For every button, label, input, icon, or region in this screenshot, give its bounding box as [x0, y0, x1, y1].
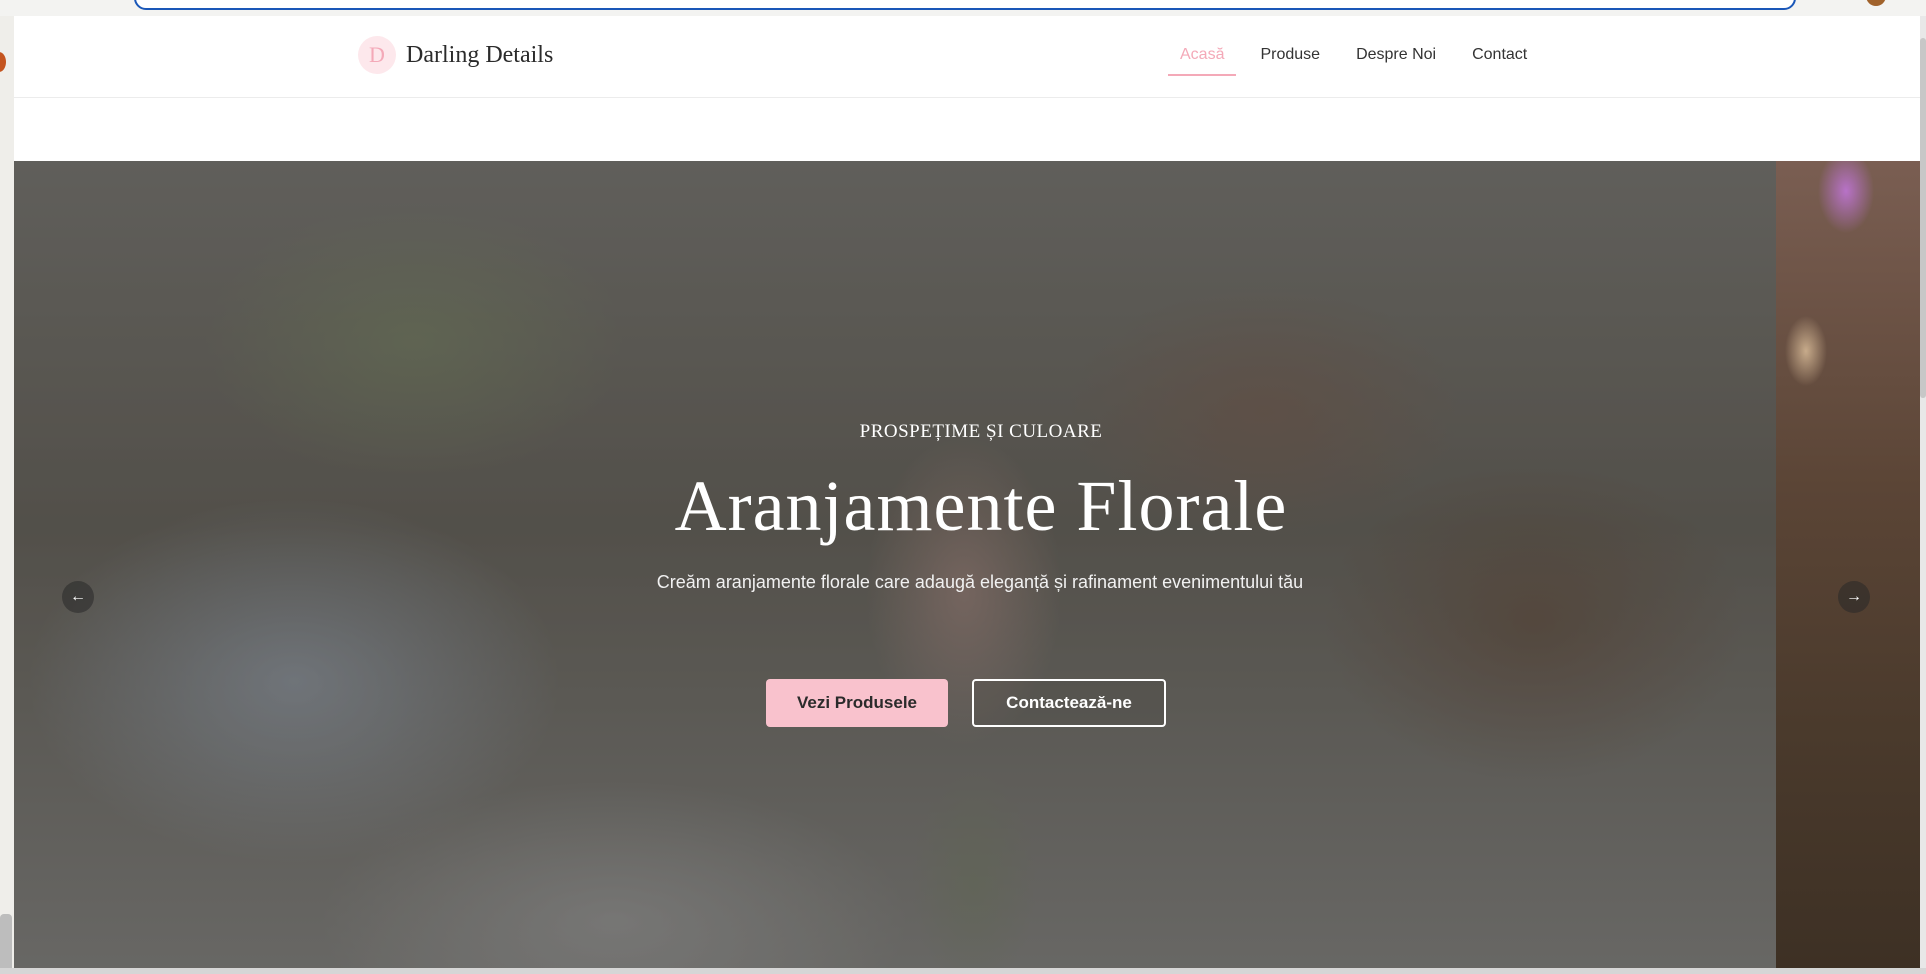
- nav-item-produse[interactable]: Produse: [1248, 46, 1332, 76]
- browser-toolbar: [0, 0, 1926, 16]
- view-products-button[interactable]: Vezi Produsele: [766, 679, 948, 727]
- contact-us-button[interactable]: Contactează-ne: [972, 679, 1166, 727]
- address-bar[interactable]: [134, 0, 1796, 10]
- main-nav: Acasă Produse Despre Noi Contact: [1168, 46, 1551, 76]
- extension-icon[interactable]: [0, 52, 6, 72]
- nav-item-contact[interactable]: Contact: [1460, 46, 1539, 76]
- carousel-prev-button[interactable]: ←: [62, 581, 94, 613]
- page-scrollbar-thumb[interactable]: [1920, 38, 1926, 398]
- hero-description: Creăm aranjamente florale care adaugă el…: [656, 572, 1304, 592]
- nav-item-despre-noi[interactable]: Despre Noi: [1344, 46, 1448, 76]
- site-logo[interactable]: D Darling Details: [358, 36, 553, 74]
- site-name: Darling Details: [406, 41, 554, 68]
- hero-title: Aranjamente Florale: [674, 466, 1288, 546]
- browser-side-panel: [0, 16, 14, 974]
- nav-item-acasa[interactable]: Acasă: [1168, 46, 1237, 76]
- bottom-scrollbar[interactable]: [0, 968, 1926, 974]
- profile-avatar[interactable]: [1866, 0, 1886, 6]
- hero-carousel: PROSPEȚIME ȘI CULOARE Aranjamente Floral…: [14, 161, 1920, 974]
- site-header: D Darling Details Acasă Produse Despre N…: [14, 16, 1920, 98]
- page-scrollbar[interactable]: [1920, 16, 1926, 974]
- hero-kicker: PROSPEȚIME ȘI CULOARE: [859, 421, 1103, 442]
- hero-content: PROSPEȚIME ȘI CULOARE Aranjamente Floral…: [14, 161, 1920, 974]
- arrow-left-icon: ←: [70, 588, 86, 605]
- logo-mark-icon: D: [358, 36, 396, 74]
- arrow-right-icon: →: [1846, 588, 1862, 605]
- side-scrollbar-thumb[interactable]: [0, 914, 12, 974]
- carousel-next-button[interactable]: →: [1838, 581, 1870, 613]
